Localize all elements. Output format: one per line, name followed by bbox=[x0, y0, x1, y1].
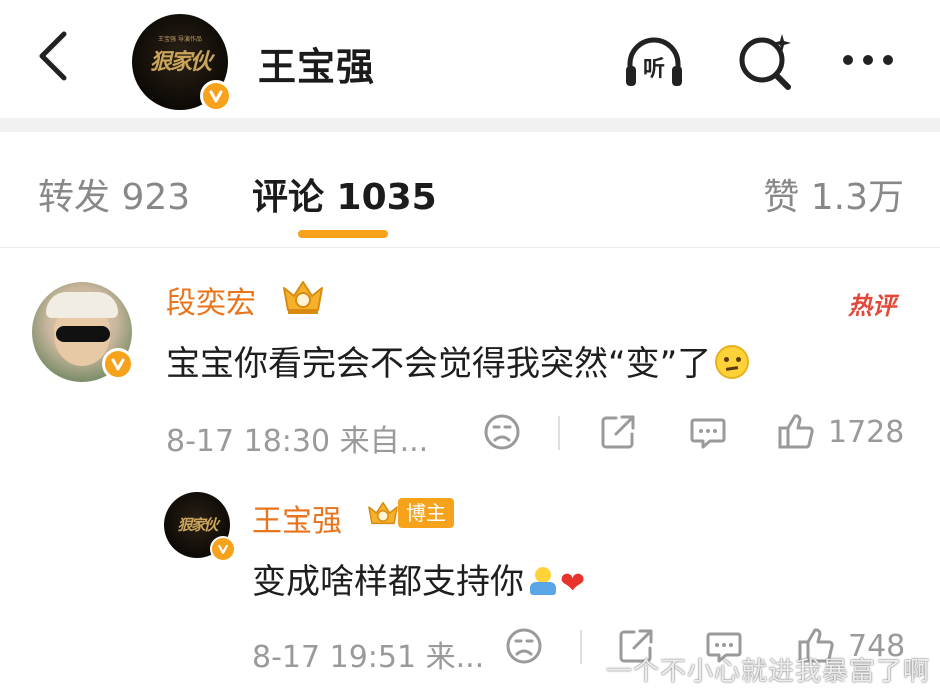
comment-meta: 8-17 18:30 来自... bbox=[166, 424, 429, 459]
tab-bar: 转发 923 评论 1035 赞 1.3万 bbox=[0, 132, 940, 248]
verified-badge-icon bbox=[102, 348, 134, 380]
reply-text: 变成啥样都支持你 ❤ bbox=[252, 554, 585, 603]
action-separator bbox=[558, 416, 560, 450]
avatar-glasses bbox=[56, 326, 110, 342]
thinking-face-icon bbox=[715, 345, 750, 379]
comment-item: 段奕宏 热评 宝宝你看完会不会觉得我突然“变”了 8-17 18:30 来自..… bbox=[0, 248, 940, 692]
tab-like[interactable]: 赞 1.3万 bbox=[763, 168, 904, 220]
dislike-button[interactable] bbox=[482, 408, 522, 456]
more-button[interactable] bbox=[836, 30, 900, 94]
listen-button[interactable]: 听 bbox=[622, 30, 686, 94]
reply-meta: 8-17 19:51 来... bbox=[252, 640, 485, 675]
avatar-hat bbox=[46, 292, 118, 318]
share-icon bbox=[601, 415, 635, 449]
like-button[interactable]: 1728 bbox=[776, 408, 904, 456]
verified-badge-icon bbox=[210, 536, 236, 562]
active-tab-indicator bbox=[298, 230, 388, 238]
verified-badge-icon bbox=[200, 80, 232, 112]
frown-face-icon bbox=[506, 628, 542, 664]
reply-button[interactable] bbox=[688, 408, 728, 456]
crown-icon bbox=[368, 501, 398, 525]
person-emoji-icon bbox=[528, 567, 558, 597]
tab-repost[interactable]: 转发 923 bbox=[38, 168, 190, 220]
watermark: 一个不小心就进我暴富了啊 bbox=[605, 657, 930, 687]
replier-avatar[interactable]: 狠家伙 bbox=[164, 492, 236, 562]
reply-dislike-button[interactable] bbox=[504, 622, 544, 670]
search-icon bbox=[739, 34, 791, 90]
replier-name[interactable]: 王宝强 bbox=[252, 496, 342, 540]
listen-label: 听 bbox=[643, 57, 665, 82]
comment-text: 宝宝你看完会不会觉得我突然“变”了 bbox=[166, 336, 750, 385]
blogger-badge: 博主 bbox=[398, 498, 454, 528]
avatar-logo-text: 狠家伙 bbox=[177, 516, 218, 534]
hot-comment-badge: 热评 bbox=[848, 292, 896, 320]
search-button[interactable] bbox=[734, 30, 798, 94]
profile-avatar[interactable]: 王宝强 导演作品 狠家伙 bbox=[132, 14, 232, 112]
reply-text-content: 变成啥样都支持你 bbox=[252, 562, 524, 602]
crown-icon bbox=[283, 281, 323, 314]
tab-comment[interactable]: 评论 1035 bbox=[252, 168, 437, 220]
like-count: 1728 bbox=[828, 414, 905, 450]
chevron-left-icon bbox=[39, 31, 67, 81]
comment-text-content: 宝宝你看完会不会觉得我突然“变”了 bbox=[166, 344, 712, 384]
avatar-logo-text: 狠家伙 bbox=[149, 49, 212, 75]
headphones-icon: 听 bbox=[626, 37, 682, 86]
back-button[interactable] bbox=[30, 26, 80, 86]
comment-bubble-icon bbox=[690, 418, 726, 449]
thumbs-up-icon bbox=[778, 414, 814, 449]
heart-icon: ❤ bbox=[560, 566, 586, 601]
frown-face-icon bbox=[484, 414, 520, 450]
section-divider bbox=[0, 118, 940, 132]
avatar-caption: 王宝强 导演作品 bbox=[158, 36, 202, 43]
top-bar: 王宝强 导演作品 狠家伙 王宝强 听 bbox=[0, 0, 940, 118]
share-button[interactable] bbox=[598, 408, 638, 456]
page-title[interactable]: 王宝强 bbox=[258, 36, 375, 91]
commenter-avatar[interactable] bbox=[32, 282, 134, 382]
action-separator bbox=[580, 630, 582, 664]
commenter-name[interactable]: 段奕宏 bbox=[166, 278, 256, 322]
more-dots-icon bbox=[843, 55, 893, 65]
